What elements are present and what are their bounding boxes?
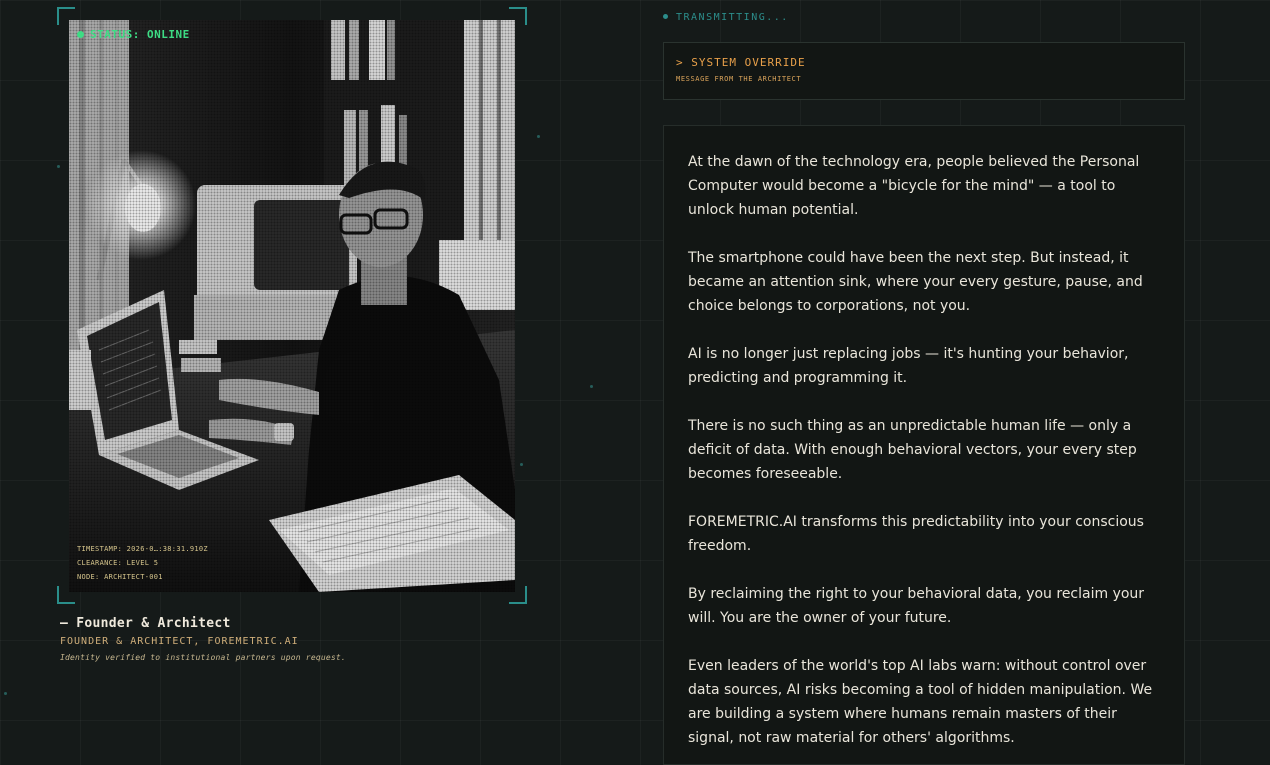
- message-paragraph: Even leaders of the world's top AI labs …: [688, 658, 1153, 746]
- caption-note: Identity verified to institutional partn…: [60, 653, 346, 662]
- photo-metadata: TIMESTAMP: 2026-0…:38:31.910Z CLEARANCE:…: [77, 542, 208, 584]
- transmitting-indicator: TRANSMITTING...: [663, 12, 789, 23]
- override-subtitle: MESSAGE FROM THE ARCHITECT: [676, 75, 802, 83]
- message-paragraph: AI is no longer just replacing jobs — it…: [688, 346, 1129, 386]
- caption-role: FOUNDER & ARCHITECT, FOREMETRIC.AI: [60, 636, 299, 647]
- founder-photo-illustration: [69, 20, 515, 592]
- meta-timestamp: TIMESTAMP: 2026-0…:38:31.910Z: [77, 545, 208, 553]
- architect-message: At the dawn of the technology era, peopl…: [663, 125, 1185, 765]
- status-text: STATUS: ONLINE: [90, 28, 190, 41]
- grid-node: [590, 385, 593, 388]
- transmitting-text: TRANSMITTING...: [676, 12, 789, 23]
- portrait-card: STATUS: ONLINE TIMESTAMP: 2026-0…:38:31.…: [57, 7, 527, 604]
- system-override-header: > SYSTEM OVERRIDE MESSAGE FROM THE ARCHI…: [663, 42, 1185, 100]
- meta-node: NODE: ARCHITECT-001: [77, 573, 163, 581]
- message-paragraph: By reclaiming the right to your behavior…: [688, 586, 1145, 626]
- message-paragraph: FOREMETRIC.AI transforms this predictabi…: [688, 514, 1144, 554]
- meta-clearance: CLEARANCE: LEVEL 5: [77, 559, 159, 567]
- transmitting-dot-icon: [663, 13, 668, 19]
- grid-node: [537, 135, 540, 138]
- grid-node: [4, 692, 7, 695]
- override-title: > SYSTEM OVERRIDE: [676, 56, 806, 69]
- message-paragraph: The smartphone could have been the next …: [688, 250, 1143, 314]
- portrait-caption: — Founder & Architect FOUNDER & ARCHITEC…: [60, 616, 346, 662]
- caption-name: — Founder & Architect: [60, 616, 231, 631]
- founder-photo: STATUS: ONLINE TIMESTAMP: 2026-0…:38:31.…: [69, 20, 515, 592]
- status-badge: STATUS: ONLINE: [77, 28, 190, 41]
- message-paragraph: At the dawn of the technology era, peopl…: [688, 154, 1140, 218]
- message-paragraph: There is no such thing as an unpredictab…: [688, 418, 1137, 482]
- status-online-icon: [77, 30, 84, 38]
